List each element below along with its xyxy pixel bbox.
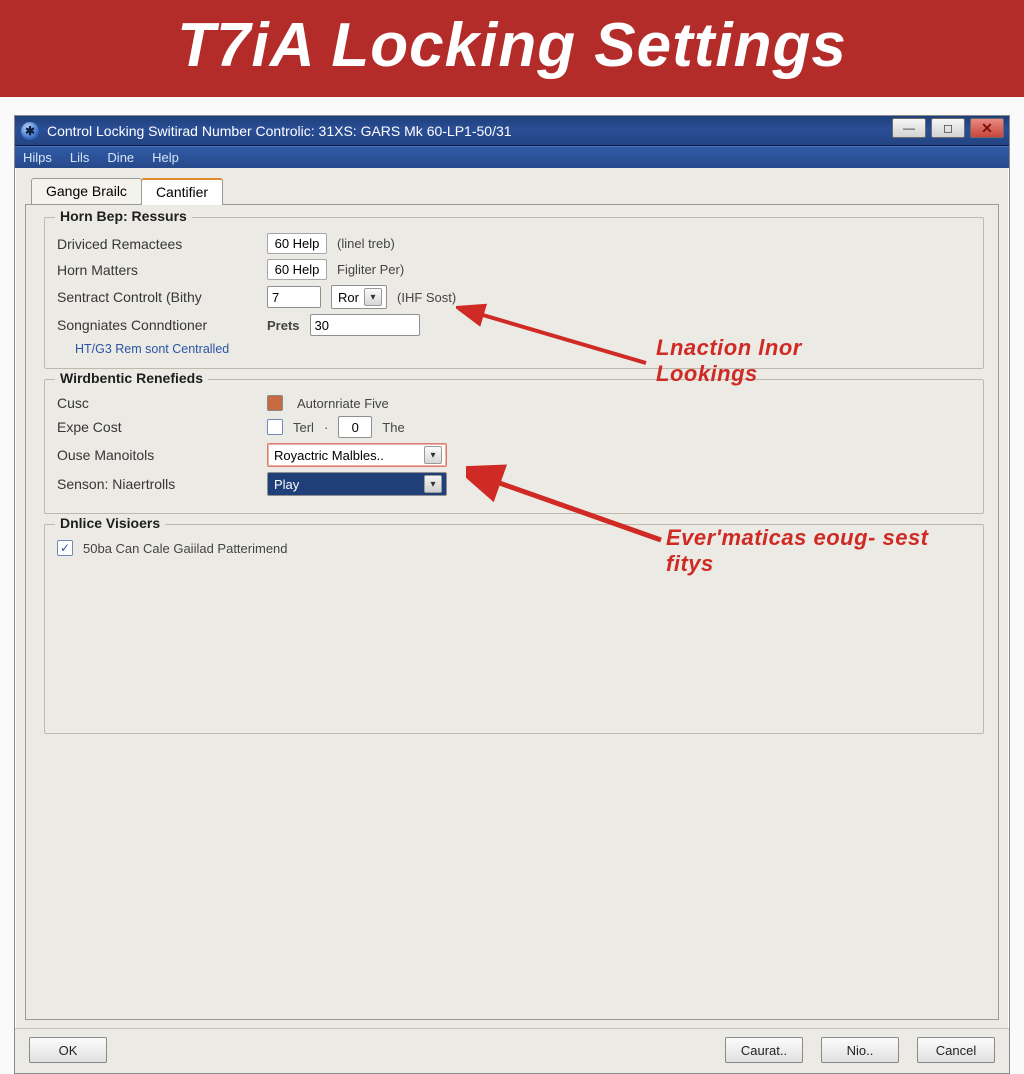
combo-ouse-text: Royactric Malbles.. [274,448,384,463]
label-ouse-manoitols: Ouse Manoitols [57,447,257,463]
hint-sentract-controlt: (IHF Sost) [397,290,456,305]
combo-senson[interactable]: Play ▾ [267,472,447,496]
nio-button[interactable]: Nio.. [821,1037,899,1063]
prefix-songniates: Prets [267,318,300,333]
menu-item-dine[interactable]: Dine [107,150,134,165]
value-horn-matters[interactable]: 60 Help [267,259,327,280]
close-icon: ✕ [981,120,993,137]
cancel-button[interactable]: Cancel [917,1037,995,1063]
maximize-button[interactable]: ◻ [931,118,965,138]
chevron-down-icon: ▾ [424,446,442,464]
window-title: Control Locking Switirad Number Controli… [47,123,512,139]
input-songniates[interactable] [310,314,420,336]
group-dnlice-visioers: Dnlice Visioers ✓ 50ba Can Cale Gaiilad … [44,524,984,734]
close-button[interactable]: ✕ [970,118,1004,138]
menu-item-help[interactable]: Help [152,150,179,165]
hint-horn-matters: Figliter Per) [337,262,404,277]
group-horn-bep-legend: Horn Bep: Ressurs [55,208,192,224]
label-50ba: 50ba Can Cale Gaiilad Patterimend [83,541,288,556]
label-horn-matters: Horn Matters [57,262,257,278]
label-sentract-controlt: Sentract Controlt (Bithy [57,289,257,305]
tab-pane-cantifier: Horn Bep: Ressurs Driviced Remactees 60 … [25,204,999,1020]
label-songniates: Songniates Conndtioner [57,317,257,333]
banner-title: T7iA Locking Settings [0,0,1024,97]
checkbox-50ba[interactable]: ✓ [57,540,73,556]
input-sentract-controlt[interactable] [267,286,321,308]
chevron-down-icon: ▾ [424,475,442,493]
combo-sentract-ror-text: Ror [338,290,359,305]
checkbox-expe[interactable] [267,419,283,435]
input-expe-val[interactable] [338,416,372,438]
label-cusc: Cusc [57,395,257,411]
label-driviced-remactees: Driviced Remactees [57,236,257,252]
tab-strip: Gange Brailc Cantifier [25,178,999,205]
group-horn-bep: Horn Bep: Ressurs Driviced Remactees 60 … [44,217,984,369]
group-dnlice-legend: Dnlice Visioers [55,515,165,531]
label-senson-niaertrolls: Senson: Niaertrolls [57,476,257,492]
tab-cantifier[interactable]: Cantifier [141,178,223,205]
menu-item-lils[interactable]: Lils [70,150,90,165]
button-bar: OK Caurat.. Nio.. Cancel [15,1028,1009,1073]
combo-ouse-manoitols[interactable]: Royactric Malbles.. ▾ [267,443,447,467]
hint-driviced-remactees: (linel treb) [337,236,395,251]
menu-item-hilps[interactable]: Hilps [23,150,52,165]
text-expe-the: The [382,420,404,435]
chevron-down-icon: ▾ [364,288,382,306]
label-expe-cost: Expe Cost [57,419,257,435]
app-icon: ✱ [21,122,39,140]
text-cusc: Autornriate Five [297,396,389,411]
combo-sentract-ror[interactable]: Ror ▾ [331,285,387,309]
group-wirdbentic: Wirdbentic Renefieds Cusc Autornriate Fi… [44,379,984,514]
value-driviced-remactees[interactable]: 60 Help [267,233,327,254]
color-swatch-cusc[interactable] [267,395,283,411]
ok-button[interactable]: OK [29,1037,107,1063]
menubar: Hilps Lils Dine Help [15,146,1009,168]
maximize-icon: ◻ [943,121,953,135]
caurat-button[interactable]: Caurat.. [725,1037,803,1063]
minimize-button[interactable]: — [892,118,926,138]
minimize-icon: — [903,121,915,135]
dialog-window: ✱ Control Locking Switirad Number Contro… [14,115,1010,1074]
subnote-htg3: HT/G3 Rem sont Centralled [75,342,971,356]
text-expe-terl: Terl [293,420,314,435]
tab-gange-brailc[interactable]: Gange Brailc [31,178,142,205]
titlebar: ✱ Control Locking Switirad Number Contro… [15,116,1009,146]
combo-senson-text: Play [274,477,299,492]
group-wirdbentic-legend: Wirdbentic Renefieds [55,370,208,386]
